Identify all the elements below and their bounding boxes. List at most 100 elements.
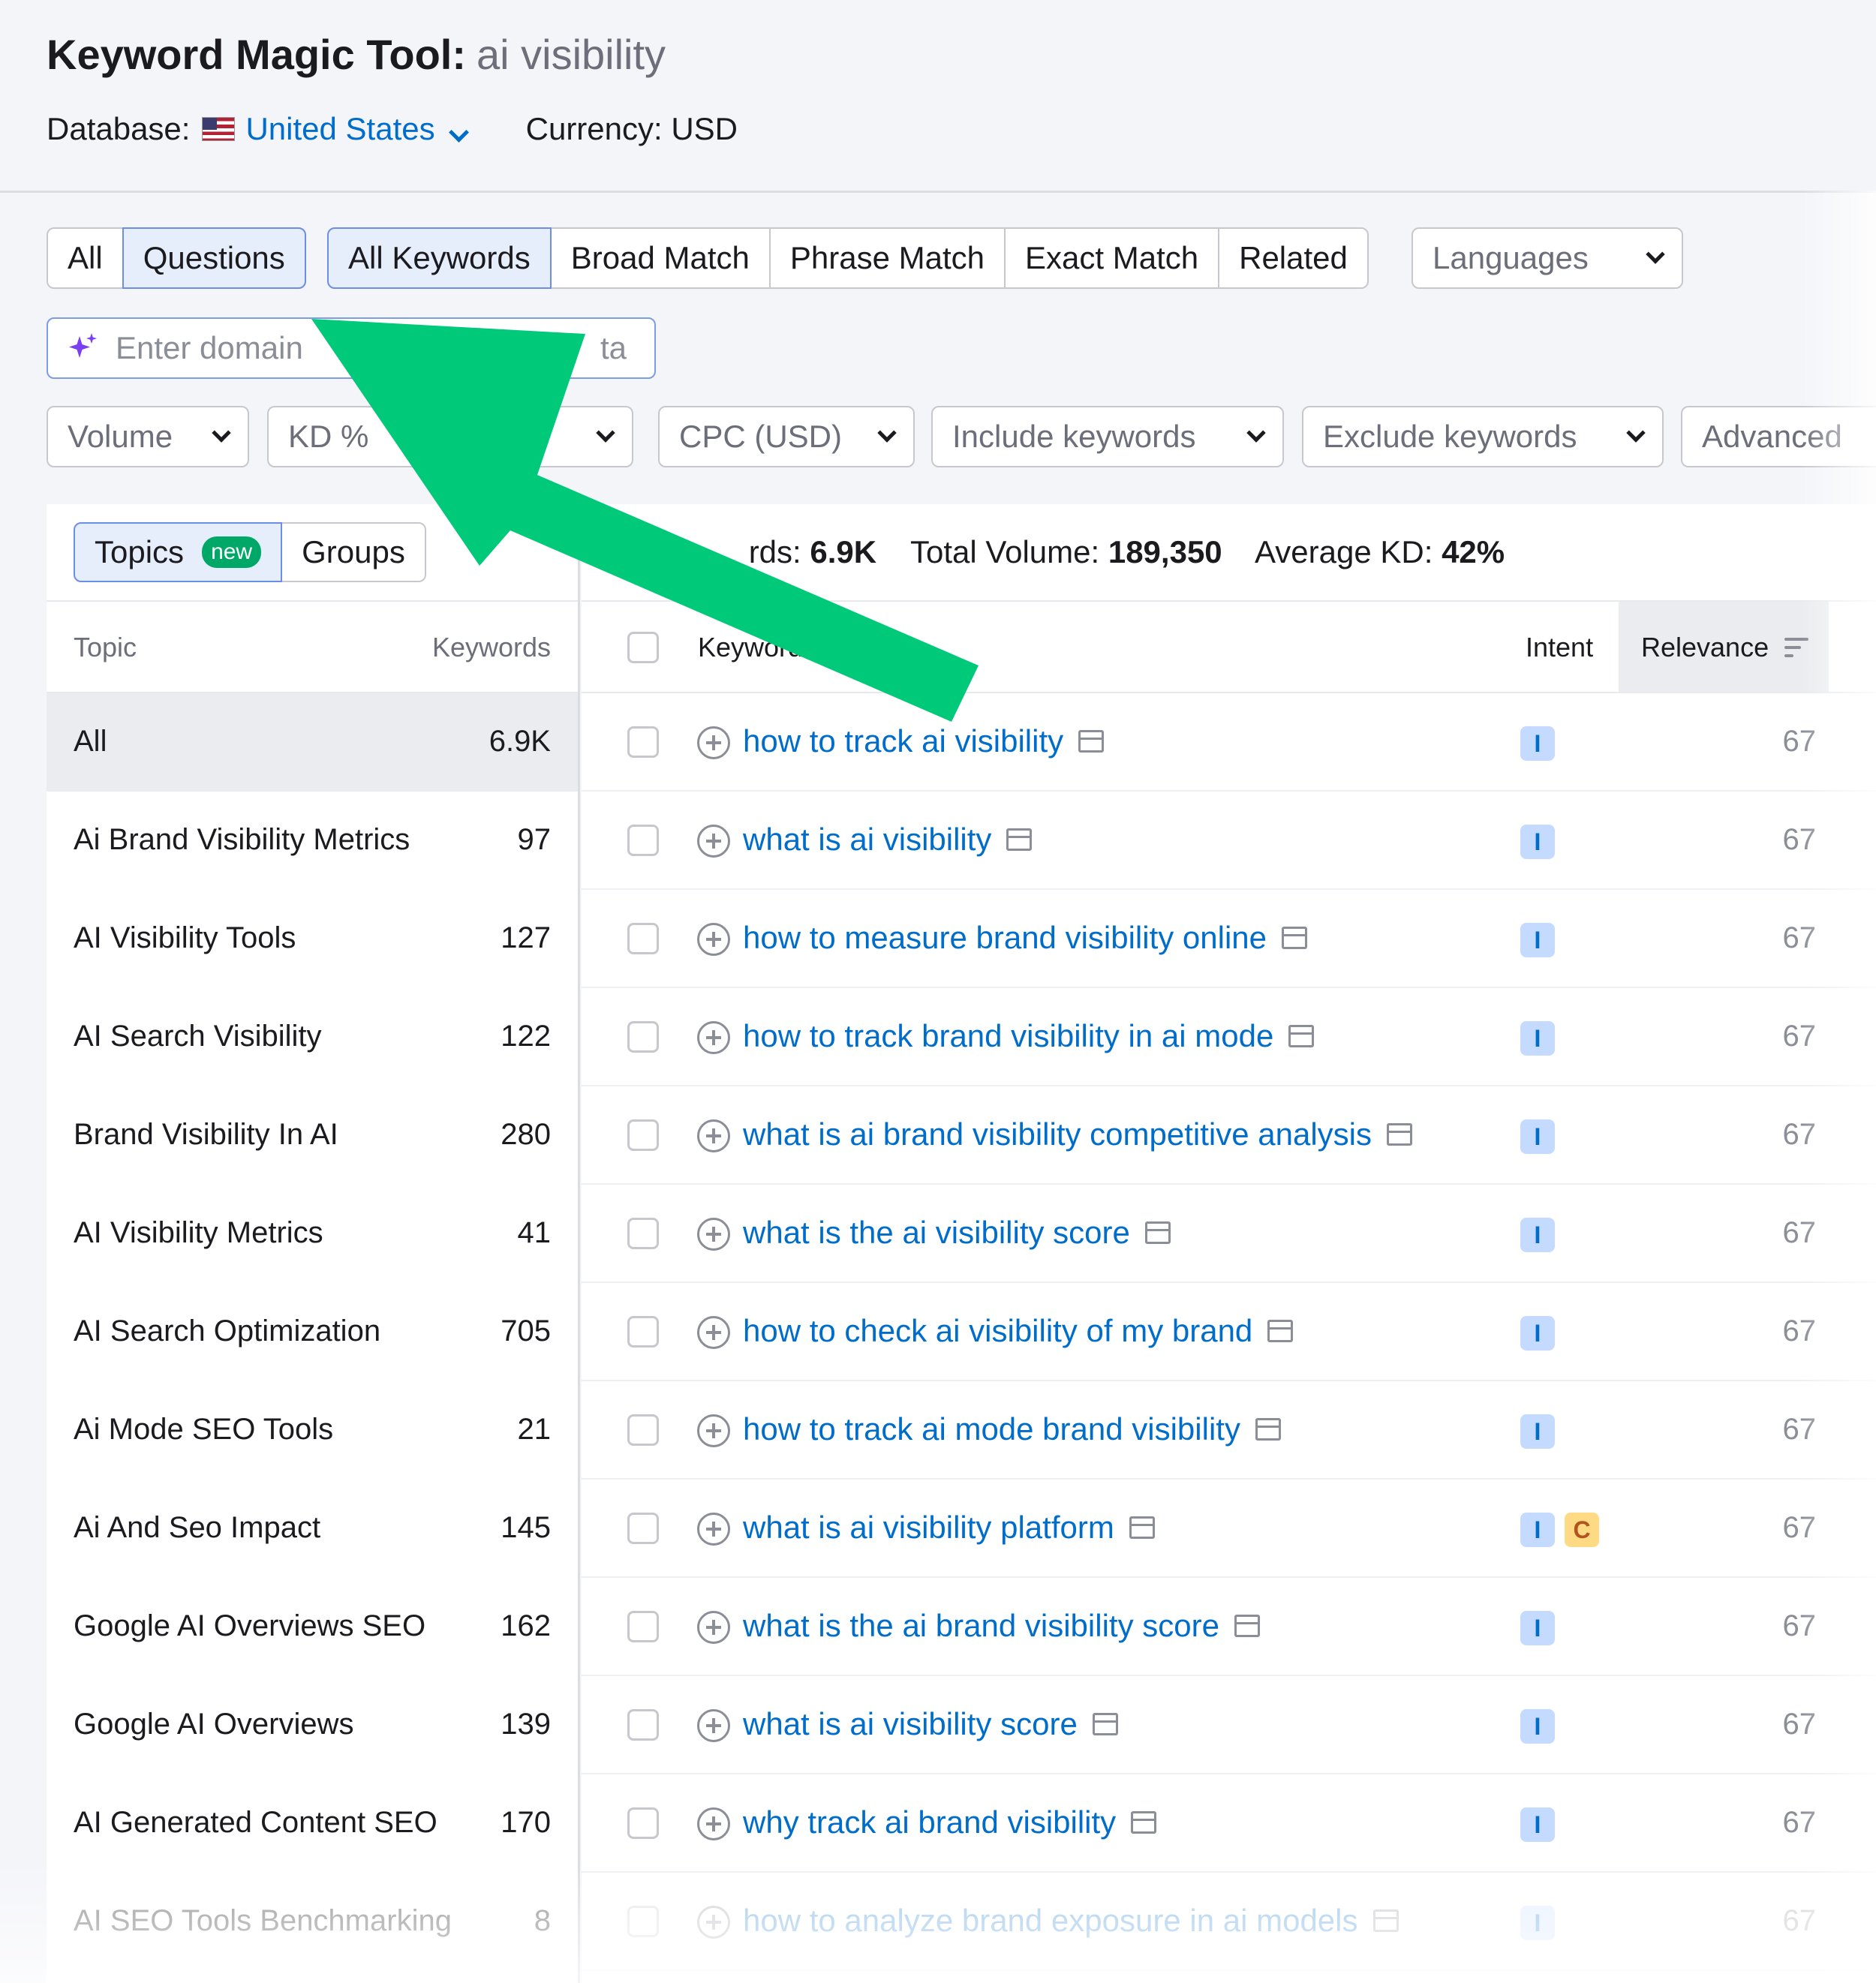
domain-input[interactable]: Enter domain ta (47, 317, 656, 379)
row-checkbox[interactable] (627, 1513, 659, 1544)
add-to-list-icon[interactable] (697, 1021, 730, 1054)
tab-related[interactable]: Related (1218, 227, 1369, 289)
serp-preview-icon[interactable] (1129, 1516, 1155, 1539)
topic-name: All (74, 725, 107, 758)
row-checkbox[interactable] (627, 1218, 659, 1249)
serp-preview-icon[interactable] (1255, 1418, 1281, 1441)
row-checkbox[interactable] (627, 825, 659, 856)
topic-row[interactable]: Google AI Overviews 139 (47, 1676, 578, 1774)
kd-filter[interactable]: KD % (267, 406, 633, 467)
add-to-list-icon[interactable] (697, 1807, 730, 1840)
serp-preview-icon[interactable] (1078, 730, 1105, 753)
tab-exact-match[interactable]: Exact Match (1004, 227, 1220, 289)
add-to-list-icon[interactable] (697, 923, 730, 956)
topic-row[interactable]: Google AI Overviews SEO 162 (47, 1578, 578, 1676)
keyword-link[interactable]: what is ai visibility (743, 822, 991, 858)
topic-row[interactable]: All 6.9K (47, 693, 578, 792)
intent-column-header[interactable]: Intent (1526, 632, 1593, 663)
topic-row[interactable]: AI Visibility Metrics 41 (47, 1185, 578, 1283)
keyword-link[interactable]: why track ai brand visibility (743, 1804, 1116, 1840)
keyword-link[interactable]: what is the ai brand visibility score (743, 1608, 1219, 1644)
serp-preview-icon[interactable] (1131, 1811, 1157, 1834)
tab-questions[interactable]: Questions (122, 227, 306, 289)
select-all-checkbox[interactable] (627, 632, 659, 663)
keyword-link-wrap: what is ai brand visibility competitive … (743, 1116, 1413, 1152)
row-checkbox[interactable] (627, 1119, 659, 1151)
add-to-list-icon[interactable] (697, 1316, 730, 1349)
row-checkbox[interactable] (627, 923, 659, 954)
page-title: Keyword Magic Tool: ai visibility (47, 30, 666, 79)
row-checkbox[interactable] (627, 1611, 659, 1642)
keyword-link[interactable]: how to measure brand visibility online (743, 920, 1267, 956)
topic-row[interactable]: Brand Visibility In AI 280 (47, 1086, 578, 1185)
topic-row[interactable]: Ai Mode SEO Tools 21 (47, 1381, 578, 1480)
topic-row[interactable]: Ai And Seo Impact 145 (47, 1480, 578, 1578)
row-checkbox[interactable] (627, 1807, 659, 1839)
keyword-link[interactable]: what is the ai visibility score (743, 1215, 1130, 1251)
topic-row[interactable]: AI Search Optimization 705 (47, 1283, 578, 1381)
tab-all-keywords[interactable]: All Keywords (327, 227, 552, 289)
topic-count: 127 (501, 921, 551, 954)
table-row: what is ai brand visibility competitive … (582, 1086, 1876, 1185)
add-to-list-icon[interactable] (697, 1218, 730, 1251)
tab-groups[interactable]: Groups (281, 522, 426, 582)
row-checkbox[interactable] (627, 1414, 659, 1446)
table-row: what is ai visibility score I 67 (582, 1676, 1876, 1774)
keyword-link[interactable]: how to track brand visibility in ai mode (743, 1018, 1273, 1054)
topic-name: AI Visibility Metrics (74, 1216, 323, 1249)
topic-name: AI Search Optimization (74, 1314, 381, 1348)
serp-preview-icon[interactable] (1282, 927, 1308, 949)
add-to-list-icon[interactable] (697, 1513, 730, 1546)
add-to-list-icon[interactable] (697, 1119, 730, 1152)
keyword-link[interactable]: how to analyze brand exposure in ai mode… (743, 1903, 1358, 1939)
topic-row[interactable]: Ai Brand Visibility Metrics 97 (47, 792, 578, 890)
total-volume-value: 189,350 (1108, 534, 1222, 569)
keyword-link[interactable]: how to track ai mode brand visibility (743, 1411, 1240, 1447)
serp-preview-icon[interactable] (1288, 1025, 1315, 1047)
tab-broad-match[interactable]: Broad Match (549, 227, 771, 289)
volume-filter[interactable]: Volume (47, 406, 249, 467)
tab-phrase-match[interactable]: Phrase Match (768, 227, 1006, 289)
keyword-column-header[interactable]: Keyword (698, 632, 803, 663)
sort-icon[interactable] (1784, 638, 1808, 659)
advanced-filters[interactable]: Advanced (1681, 406, 1876, 467)
serp-preview-icon[interactable] (1006, 828, 1033, 851)
keyword-link[interactable]: what is ai visibility score (743, 1706, 1078, 1742)
serp-preview-icon[interactable] (1144, 1221, 1171, 1244)
keywords-column-header[interactable]: Keywords (432, 632, 551, 663)
serp-preview-icon[interactable] (1267, 1320, 1294, 1342)
add-to-list-icon[interactable] (697, 825, 730, 858)
tab-all[interactable]: All (47, 227, 124, 289)
serp-preview-icon[interactable] (1387, 1123, 1413, 1146)
tab-topics[interactable]: Topics new (74, 522, 283, 582)
keyword-link[interactable]: how to check ai visibility of my brand (743, 1313, 1252, 1349)
topic-row[interactable]: AI Generated Content SEO 170 (47, 1774, 578, 1873)
add-to-list-icon[interactable] (697, 726, 730, 759)
keyword-link[interactable]: what is ai brand visibility competitive … (743, 1116, 1372, 1152)
add-to-list-icon[interactable] (697, 1611, 730, 1644)
include-keywords-filter[interactable]: Include keywords (931, 406, 1284, 467)
add-to-list-icon[interactable] (697, 1709, 730, 1742)
add-to-list-icon[interactable] (697, 1414, 730, 1447)
row-checkbox[interactable] (627, 726, 659, 758)
keyword-link[interactable]: what is ai visibility platform (743, 1510, 1114, 1546)
cpc-filter[interactable]: CPC (USD) (658, 406, 915, 467)
database-selector[interactable]: United States (245, 111, 469, 147)
row-checkbox[interactable] (627, 1709, 659, 1741)
keyword-link[interactable]: how to track ai visibility (743, 723, 1063, 759)
serp-preview-icon[interactable] (1092, 1713, 1118, 1735)
topic-row[interactable]: AI SEO Tools Benchmarking 8 (47, 1873, 578, 1971)
add-to-list-icon[interactable] (697, 1906, 730, 1939)
row-checkbox[interactable] (627, 1316, 659, 1348)
topic-row[interactable]: AI Visibility Tools 127 (47, 890, 578, 988)
topic-column-header: Topic (74, 632, 137, 663)
serp-preview-icon[interactable] (1234, 1615, 1260, 1637)
serp-preview-icon[interactable] (1372, 1909, 1399, 1932)
languages-dropdown[interactable]: Languages (1412, 227, 1683, 289)
relevance-column-header[interactable]: Relevance (1641, 632, 1769, 663)
intent-badge: I (1520, 1414, 1555, 1449)
row-checkbox[interactable] (627, 1906, 659, 1937)
row-checkbox[interactable] (627, 1021, 659, 1053)
exclude-keywords-filter[interactable]: Exclude keywords (1302, 406, 1664, 467)
topic-row[interactable]: AI Search Visibility 122 (47, 988, 578, 1086)
